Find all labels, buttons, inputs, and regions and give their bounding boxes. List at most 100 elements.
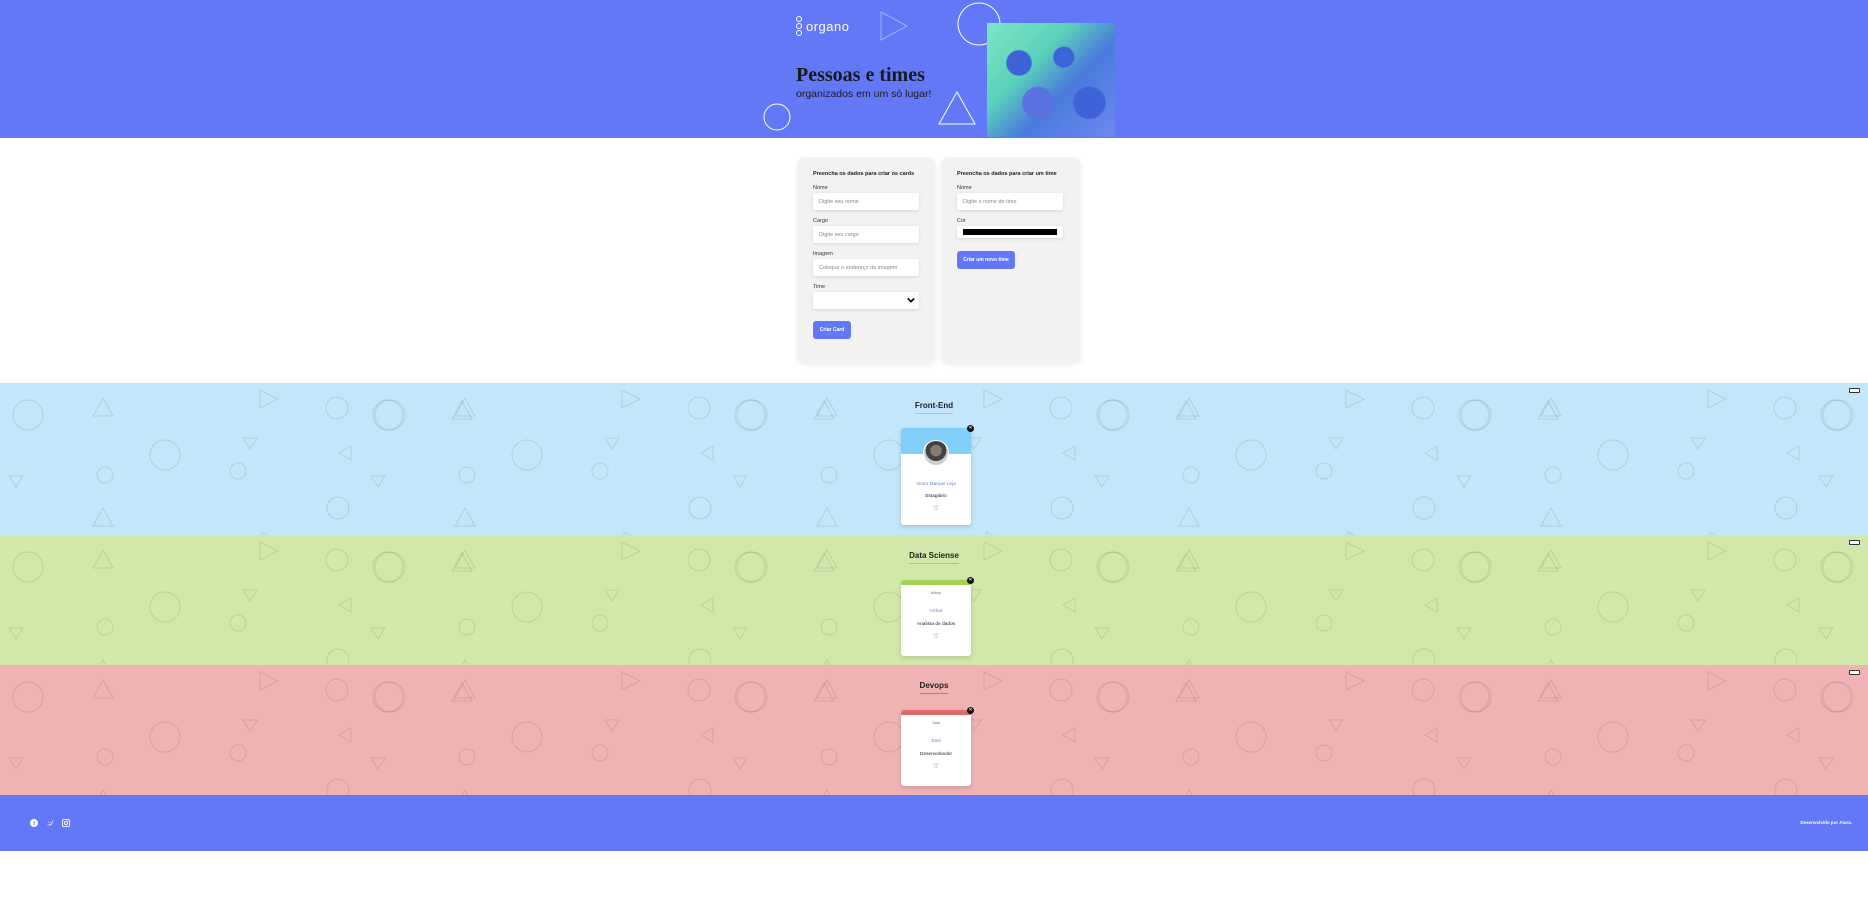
pattern-shape (370, 627, 386, 640)
pattern-shape (242, 719, 258, 732)
pattern-shape (229, 614, 247, 632)
card-form: Preencha os dados para criar os cards No… (797, 157, 935, 363)
team-select[interactable] (813, 292, 919, 309)
pattern-shape (688, 496, 712, 520)
pattern-shape (732, 475, 748, 488)
member-card: ✕ Victor Manuel Leja Estagiário ♡ (901, 425, 974, 525)
pattern-shape (1774, 778, 1798, 795)
pattern-shape (1328, 589, 1344, 602)
hero-image (987, 23, 1115, 137)
member-name: José (930, 739, 942, 744)
member-name: Arthur (929, 609, 943, 614)
pattern-shape (1597, 591, 1629, 623)
team-color-toggle[interactable] (1849, 540, 1860, 545)
heart-icon[interactable]: ♡ (901, 633, 971, 640)
pattern-shape (591, 744, 609, 762)
pattern-shape (820, 748, 838, 766)
team-title: Devops (0, 681, 1868, 694)
pattern-shape (1424, 727, 1438, 743)
role-label: Cargo (813, 218, 828, 224)
pattern-shape (458, 618, 476, 636)
twitter-icon[interactable] (46, 819, 54, 827)
image-input[interactable]: Coloque o endereço da imagem (813, 259, 919, 276)
pattern-shape (1786, 727, 1800, 743)
heart-icon[interactable]: ♡ (901, 763, 971, 770)
pattern-shape (1456, 627, 1472, 640)
pattern-shape (1094, 475, 1110, 488)
pattern-shape (454, 506, 476, 527)
pattern-shape (511, 721, 543, 753)
pattern-shape (1315, 462, 1333, 480)
member-name: Victor Manuel Leja (916, 482, 956, 487)
create-team-button[interactable]: Criar um novo time (957, 251, 1015, 269)
pattern-shape (8, 627, 24, 640)
pattern-shape (229, 462, 247, 480)
instagram-icon[interactable] (62, 819, 70, 827)
close-icon[interactable]: ✕ (967, 577, 974, 584)
pattern-shape (873, 591, 905, 623)
page: organo Pessoas e times organizados em um… (0, 0, 1868, 914)
banner: organo Pessoas e times organizados em um… (0, 0, 1868, 138)
pattern-shape (700, 445, 714, 461)
facebook-icon[interactable]: f (30, 819, 38, 827)
pattern-shape (1677, 462, 1695, 480)
role-input[interactable]: Digite seu cargo (813, 226, 919, 243)
pattern-shape (96, 466, 114, 484)
pattern-shape (1315, 744, 1333, 762)
pattern-shape (511, 591, 543, 623)
pattern-shape (242, 589, 258, 602)
pattern-shape (1774, 648, 1798, 665)
pattern-shape (1235, 591, 1267, 623)
card-header: ✕ (901, 425, 974, 466)
member-role: Desenvolvedor (920, 752, 952, 757)
hero-title: Pessoas e times (796, 64, 925, 86)
pattern-shape (149, 721, 181, 753)
team-color-label: Cor (957, 218, 966, 224)
pattern-shape (1690, 437, 1706, 450)
team-section-front-end: Front-End ✕ Victor Manuel Leja Estagiári… (0, 383, 1868, 535)
create-card-button[interactable]: Criar Card (813, 321, 851, 339)
logo[interactable]: organo (796, 16, 849, 36)
pattern-shape (591, 614, 609, 632)
footer: f Desenvolvido por Alura. (0, 795, 1868, 851)
pattern-shape (1774, 496, 1798, 520)
pattern-shape (1412, 778, 1436, 795)
pattern-shape (229, 744, 247, 762)
member-role: Estagiário (925, 494, 947, 499)
pattern-shape (1315, 614, 1333, 632)
image-label: Imagem (813, 251, 833, 257)
pattern-shape (1094, 757, 1110, 770)
pattern-shape (820, 466, 838, 484)
pattern-shape (8, 475, 24, 488)
pattern-shape (1328, 719, 1344, 732)
pattern-shape (1235, 721, 1267, 753)
pattern-shape (1062, 727, 1076, 743)
close-icon[interactable]: ✕ (967, 425, 974, 432)
pattern-shape (338, 727, 352, 743)
pattern-shape (1412, 648, 1436, 665)
card-form-title: Preencha os dados para criar os cards (813, 171, 915, 177)
team-color-toggle[interactable] (1849, 670, 1860, 675)
team-name-input[interactable]: Digite o nome do time (957, 193, 1063, 210)
pattern-shape (1786, 445, 1800, 461)
name-input[interactable]: Digite seu nome (813, 193, 919, 210)
heart-icon[interactable]: ♡ (901, 505, 971, 512)
pattern-shape (1544, 618, 1562, 636)
pattern-shape (8, 757, 24, 770)
member-image-broken: Arthur (930, 591, 942, 595)
banner-triangle-up (938, 90, 976, 125)
team-color-input[interactable] (957, 226, 1063, 238)
pattern-shape (149, 591, 181, 623)
team-color-toggle[interactable] (1849, 388, 1860, 393)
team-form-title: Preencha os dados para criar um time (957, 171, 1057, 177)
pattern-shape (873, 439, 905, 471)
close-icon[interactable]: ✕ (967, 707, 974, 714)
avatar (923, 440, 949, 466)
pattern-shape (1182, 466, 1200, 484)
pattern-shape (326, 648, 350, 665)
pattern-shape (1235, 439, 1267, 471)
team-title: Front-End (0, 401, 1868, 414)
team-title: Data Sciense (0, 551, 1868, 564)
pattern-shape (1597, 439, 1629, 471)
pattern-shape (604, 437, 620, 450)
